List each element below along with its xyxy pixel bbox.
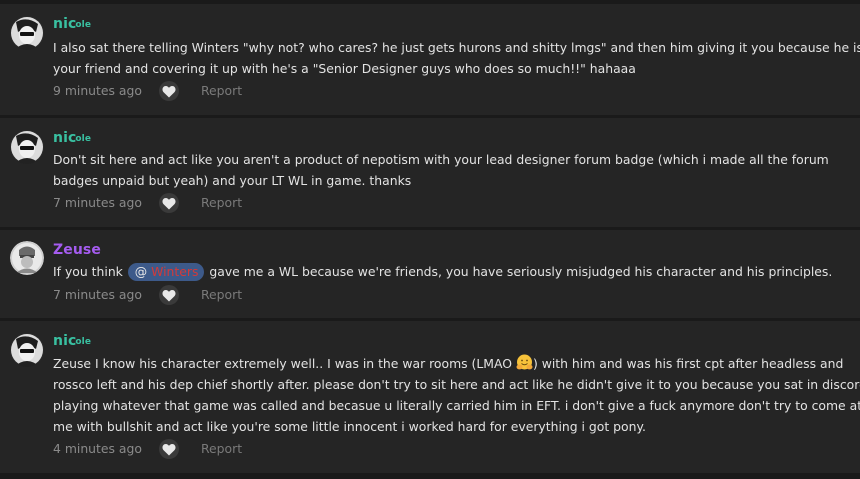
message-line: Don't sit here and act like you aren't a… <box>53 152 829 167</box>
timestamp: 9 minutes ago <box>53 83 142 98</box>
message-line: badges unpaid but yeah) and your LT WL i… <box>53 173 412 188</box>
mention-name: Winters <box>151 264 199 279</box>
message-line: I also sat there telling Winters "why no… <box>53 40 860 55</box>
username[interactable]: nicole <box>53 16 91 32</box>
comment-message: I also sat there telling Winters "why no… <box>53 37 860 79</box>
timestamp: 7 minutes ago <box>53 287 142 302</box>
message-line: me with bullshit and act like you're som… <box>53 419 646 434</box>
message-text: ) with him and was his first cpt after h… <box>532 356 844 371</box>
username-prefix: nic <box>53 16 77 32</box>
comment-message: Zeuse I know his character extremely wel… <box>53 353 860 437</box>
comment-thread: nicole I also sat there telling Winters … <box>0 0 860 479</box>
message-line: If you think @ Winters gave me a WL beca… <box>53 261 853 282</box>
timestamp: 7 minutes ago <box>53 195 142 210</box>
report-link[interactable]: Report <box>201 83 242 98</box>
username[interactable]: nicole <box>53 130 91 146</box>
avatar-dark-portrait-icon[interactable] <box>10 333 44 367</box>
heart-icon <box>162 444 176 456</box>
message-line: rossco left and his dep chief shortly af… <box>53 377 860 392</box>
like-button[interactable] <box>159 439 179 459</box>
heart-icon <box>162 290 176 302</box>
like-button[interactable] <box>159 193 179 213</box>
message-text: gave me a WL because we're friends, you … <box>205 264 833 279</box>
like-button[interactable] <box>159 285 179 305</box>
avatar-dark-portrait-icon[interactable] <box>10 130 44 164</box>
comment-post: nicole Don't sit here and act like you a… <box>0 118 860 227</box>
comment-post: nicole I also sat there telling Winters … <box>0 4 860 115</box>
username-decor: ole <box>75 20 92 30</box>
report-link[interactable]: Report <box>201 441 242 456</box>
message-text: If you think <box>53 264 127 279</box>
message-line: your friend and covering it up with he's… <box>53 61 636 76</box>
username-prefix: nic <box>53 333 77 349</box>
avatar-gray-portrait-icon[interactable] <box>10 241 44 275</box>
timestamp: 4 minutes ago <box>53 441 142 456</box>
heart-icon <box>162 86 176 98</box>
username-decor: ole <box>75 337 92 347</box>
user-mention[interactable]: @ Winters <box>127 263 205 281</box>
heart-icon <box>162 198 176 210</box>
message-line: Zeuse I know his character extremely wel… <box>53 353 853 374</box>
comment-post: nicole Zeuse I know his character extrem… <box>0 321 860 473</box>
comment-message: Don't sit here and act like you aren't a… <box>53 149 853 191</box>
avatar-dark-portrait-icon[interactable] <box>10 16 44 50</box>
username-decor: ole <box>75 134 92 144</box>
report-link[interactable]: Report <box>201 287 242 302</box>
username[interactable]: Zeuse <box>53 242 101 258</box>
username[interactable]: nicole <box>53 333 91 349</box>
hugging-face-emoji-icon <box>516 354 533 370</box>
mention-at: @ <box>134 264 148 279</box>
like-button[interactable] <box>159 81 179 101</box>
comment-message: If you think @ Winters gave me a WL beca… <box>53 261 853 282</box>
report-link[interactable]: Report <box>201 195 242 210</box>
message-text: Zeuse I know his character extremely wel… <box>53 356 516 371</box>
username-prefix: nic <box>53 130 77 146</box>
message-line: playing whatever that game was called an… <box>53 398 860 413</box>
comment-post: Zeuse If you think @ Winters gave me a W… <box>0 230 860 318</box>
